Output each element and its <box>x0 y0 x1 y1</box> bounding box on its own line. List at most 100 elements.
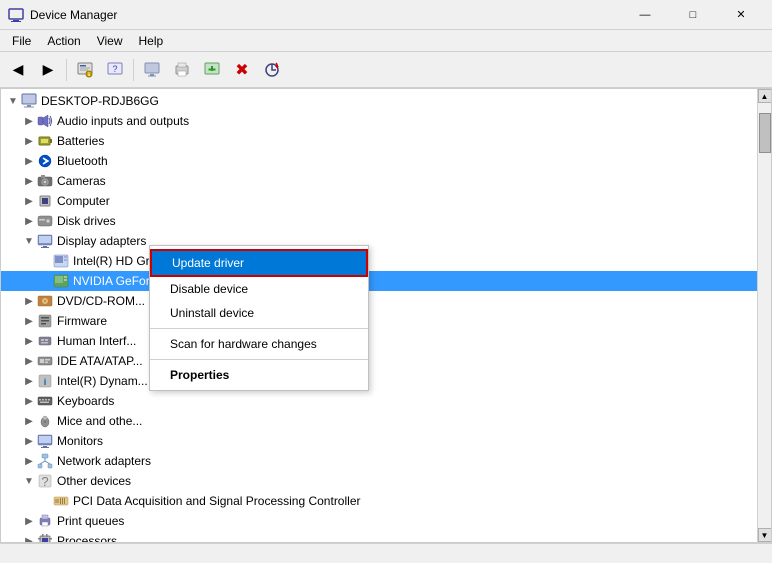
menu-view[interactable]: View <box>89 32 131 50</box>
tree-label-mice: Mice and othe... <box>57 414 142 428</box>
expand-icon-monitors[interactable]: ▶ <box>21 433 37 449</box>
expand-icon-other[interactable]: ▼ <box>21 473 37 489</box>
tree-item-pci[interactable]: ▶ PCI Data Acquisition and Signal Proces… <box>1 491 757 511</box>
tree-item-disk[interactable]: ▶ Disk drives <box>1 211 757 231</box>
tree-item-audio[interactable]: ▶ Audio inputs and outputs <box>1 111 757 131</box>
toolbar-help[interactable]: ? <box>101 56 129 84</box>
tree-item-processors[interactable]: ▶ Processors <box>1 531 757 542</box>
expand-icon-human[interactable]: ▶ <box>21 333 37 349</box>
tree-label-pci: PCI Data Acquisition and Signal Processi… <box>73 494 360 508</box>
expand-icon-disk[interactable]: ▶ <box>21 213 37 229</box>
main-panel: ▼ DESKTOP-RDJB6GG ▶ Audio <box>0 88 772 543</box>
icon-firmware <box>37 313 53 329</box>
expand-icon-keyboards[interactable]: ▶ <box>21 393 37 409</box>
expand-icon-network[interactable]: ▶ <box>21 453 37 469</box>
tree-item-print[interactable]: ▶ Print queues <box>1 511 757 531</box>
menu-action[interactable]: Action <box>39 32 88 50</box>
icon-intel-dyn: i <box>37 373 53 389</box>
scroll-down[interactable]: ▼ <box>758 528 772 542</box>
minimize-button[interactable]: — <box>622 0 668 30</box>
window-title: Device Manager <box>30 8 622 22</box>
tree-item-intel-dyn[interactable]: ▶ i Intel(R) Dynam... <box>1 371 757 391</box>
expand-icon-dvd[interactable]: ▶ <box>21 293 37 309</box>
scrollbar[interactable]: ▲ ▼ <box>757 89 771 542</box>
tree-label-firmware: Firmware <box>57 314 107 328</box>
menu-help[interactable]: Help <box>131 32 172 50</box>
expand-icon-batteries[interactable]: ▶ <box>21 133 37 149</box>
toolbar-add[interactable] <box>198 56 226 84</box>
icon-human <box>37 333 53 349</box>
tree-item-ide[interactable]: ▶ IDE ATA/ATAP... <box>1 351 757 371</box>
ctx-disable-device[interactable]: Disable device <box>150 277 368 301</box>
status-bar <box>0 543 772 563</box>
expand-icon-display[interactable]: ▼ <box>21 233 37 249</box>
ctx-update-driver[interactable]: Update driver <box>150 249 368 277</box>
expand-icon-ide[interactable]: ▶ <box>21 353 37 369</box>
tree-item-network[interactable]: ▶ Network adapters <box>1 451 757 471</box>
tree-item-mice[interactable]: ▶ Mice and othe... <box>1 411 757 431</box>
tree-label-audio: Audio inputs and outputs <box>57 114 189 128</box>
tree-item-intel-gpu[interactable]: ▶ Intel(R) HD Graphics 520 <box>1 251 757 271</box>
expand-icon-computer[interactable]: ▶ <box>21 193 37 209</box>
tree-label-disk: Disk drives <box>57 214 116 228</box>
tree-item-keyboards[interactable]: ▶ Keyboards <box>1 391 757 411</box>
expand-icon-firmware[interactable]: ▶ <box>21 313 37 329</box>
icon-pci <box>53 493 69 509</box>
scroll-up[interactable]: ▲ <box>758 89 772 103</box>
icon-cpu <box>37 193 53 209</box>
ctx-uninstall-device[interactable]: Uninstall device <box>150 301 368 325</box>
tree-item-display[interactable]: ▼ Display adapters <box>1 231 757 251</box>
expand-icon-audio[interactable]: ▶ <box>21 113 37 129</box>
tree-item-monitors[interactable]: ▶ Monitors <box>1 431 757 451</box>
toolbar-sep-1 <box>66 59 67 81</box>
device-tree[interactable]: ▼ DESKTOP-RDJB6GG ▶ Audio <box>1 89 757 542</box>
tree-label-computer: Computer <box>57 194 110 208</box>
toolbar-scan[interactable] <box>258 56 286 84</box>
tree-item-bluetooth[interactable]: ▶ Bluetooth <box>1 151 757 171</box>
maximize-button[interactable]: □ <box>670 0 716 30</box>
tree-label-cameras: Cameras <box>57 174 106 188</box>
tree-item-human[interactable]: ▶ Human Interf... <box>1 331 757 351</box>
expand-icon-mice[interactable]: ▶ <box>21 413 37 429</box>
expand-icon-cameras[interactable]: ▶ <box>21 173 37 189</box>
expand-icon-processors[interactable]: ▶ <box>21 533 37 542</box>
app-icon <box>8 7 24 23</box>
tree-item-batteries[interactable]: ▶ Batteries <box>1 131 757 151</box>
tree-item-other[interactable]: ▼ ? Other devices <box>1 471 757 491</box>
ctx-properties[interactable]: Properties <box>150 363 368 387</box>
icon-disk <box>37 213 53 229</box>
svg-text:?: ? <box>41 474 48 489</box>
tree-label-network: Network adapters <box>57 454 151 468</box>
tree-item-dvd[interactable]: ▶ DVD/CD-ROM... <box>1 291 757 311</box>
icon-audio <box>37 113 53 129</box>
toolbar-printer[interactable] <box>168 56 196 84</box>
toolbar-remove[interactable]: ✖ <box>228 56 256 84</box>
expand-icon-intel-dyn[interactable]: ▶ <box>21 373 37 389</box>
toolbar-forward[interactable]: ▶ <box>34 56 62 84</box>
expand-icon-bluetooth[interactable]: ▶ <box>21 153 37 169</box>
tree-item-firmware[interactable]: ▶ Firmware <box>1 311 757 331</box>
close-button[interactable]: ✕ <box>718 0 764 30</box>
tree-item-cameras[interactable]: ▶ Cameras <box>1 171 757 191</box>
tree-item-nvidia[interactable]: ▶ NVIDIA GeForce 940M <box>1 271 757 291</box>
toolbar-properties[interactable] <box>71 56 99 84</box>
ctx-sep-2 <box>150 359 368 360</box>
icon-computer <box>21 93 37 109</box>
context-menu: Update driver Disable device Uninstall d… <box>149 245 369 391</box>
expand-icon-print[interactable]: ▶ <box>21 513 37 529</box>
svg-text:?: ? <box>112 64 117 74</box>
tree-label-display: Display adapters <box>57 234 146 248</box>
toolbar-monitor[interactable] <box>138 56 166 84</box>
expand-icon-root[interactable]: ▼ <box>5 93 21 109</box>
toolbar-back[interactable]: ◀ <box>4 56 32 84</box>
icon-print <box>37 513 53 529</box>
tree-item-root[interactable]: ▼ DESKTOP-RDJB6GG <box>1 91 757 111</box>
icon-keyboard <box>37 393 53 409</box>
menu-file[interactable]: File <box>4 32 39 50</box>
tree-item-computer[interactable]: ▶ Computer <box>1 191 757 211</box>
tree-label-print: Print queues <box>57 514 124 528</box>
tree-label-keyboards: Keyboards <box>57 394 114 408</box>
icon-display <box>37 233 53 249</box>
ctx-scan-hardware[interactable]: Scan for hardware changes <box>150 332 368 356</box>
scroll-thumb[interactable] <box>759 113 771 153</box>
